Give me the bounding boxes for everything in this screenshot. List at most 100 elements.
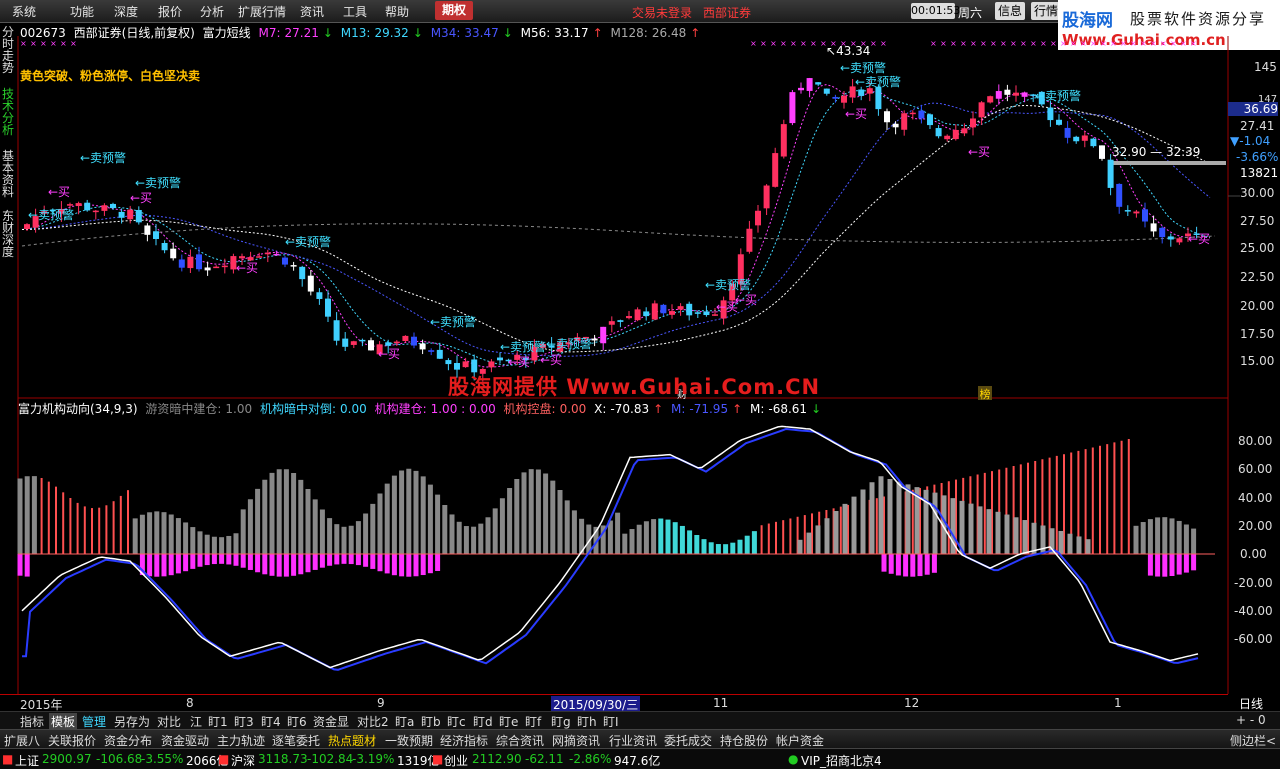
tab-ding-g[interactable]: 盯g	[551, 713, 571, 730]
func-orders[interactable]: 委托成交	[664, 732, 712, 749]
x-marker: ×	[960, 39, 967, 48]
candle-body	[204, 267, 211, 271]
login-status[interactable]: 交易未登录	[632, 4, 692, 21]
candle-body	[325, 298, 331, 317]
cy-label[interactable]: 创业	[444, 752, 468, 769]
tab-ding-c[interactable]: 盯c	[447, 713, 466, 730]
candle-body	[1004, 89, 1011, 95]
x-marker: ×	[1170, 39, 1177, 48]
sz-label[interactable]: 沪深	[231, 752, 255, 769]
func-consensus[interactable]: 一致预期	[385, 732, 433, 749]
tab-ding1[interactable]: 盯1	[208, 713, 228, 730]
high-price-label: ↖43.34	[826, 44, 871, 58]
func-web-news[interactable]: 网摘资讯	[552, 732, 600, 749]
ind-axis-80: 80.00	[1238, 434, 1273, 448]
func-tick-order[interactable]: 逐笔委托	[272, 732, 320, 749]
candle-body	[789, 92, 796, 124]
ind-axis-40: 40.00	[1238, 491, 1273, 505]
x-marker: ×	[770, 39, 777, 48]
menu-ext-market[interactable]: 扩展行情	[238, 3, 286, 20]
candle-body	[617, 320, 624, 322]
quote-button[interactable]: 行情	[1031, 2, 1062, 20]
candle-body	[333, 320, 340, 341]
func-main-track[interactable]: 主力轨迹	[217, 732, 265, 749]
candle-body	[1064, 127, 1071, 138]
menu-tools[interactable]: 工具	[343, 3, 367, 20]
info-button[interactable]: 信息	[995, 2, 1026, 20]
candle-body	[282, 257, 288, 265]
tab-manage[interactable]: 管理	[82, 713, 106, 730]
func-hot-topic[interactable]: 热点题材	[328, 732, 376, 749]
options-tab[interactable]: 期权	[435, 1, 473, 20]
tab-ding-e[interactable]: 盯e	[499, 713, 518, 730]
menu-quote[interactable]: 报价	[158, 3, 182, 20]
tab-compare2[interactable]: 对比2	[357, 713, 389, 730]
vip-server[interactable]: VIP_招商北京4	[801, 752, 882, 769]
candle-body	[780, 124, 787, 157]
bang-marker[interactable]: 榜	[978, 386, 992, 401]
func-capital-dist[interactable]: 资金分布	[104, 732, 152, 749]
func-account[interactable]: 帐户资金	[776, 732, 824, 749]
ind-item-3-label: 机构控盘:	[503, 402, 556, 416]
tab-ding-f[interactable]: 盯f	[525, 713, 541, 730]
menu-help[interactable]: 帮助	[385, 3, 409, 20]
tab-capital[interactable]: 资金显	[313, 713, 349, 730]
tab-template[interactable]: 模板	[49, 713, 78, 730]
x-marker: ×	[70, 39, 77, 48]
candlesticks	[24, 77, 1200, 382]
tab-ding6[interactable]: 盯6	[287, 713, 307, 730]
ind-item-5-label: M:	[670, 402, 686, 416]
candle-body	[393, 341, 400, 344]
func-ext8[interactable]: 扩展八	[4, 732, 40, 749]
func-industry-news[interactable]: 行业资讯	[609, 732, 657, 749]
candle-body	[978, 102, 985, 118]
x-marker: ×	[1120, 39, 1127, 48]
menu-depth[interactable]: 深度	[114, 3, 138, 20]
x-marker: ×	[760, 39, 767, 48]
tab-indicator[interactable]: 指标	[20, 713, 44, 730]
x-marker: ×	[1070, 39, 1077, 48]
menu-function[interactable]: 功能	[70, 3, 94, 20]
tab-jiang[interactable]: 江	[190, 713, 202, 730]
tab-ding-i[interactable]: 盯I	[603, 713, 619, 730]
candle-body	[755, 210, 761, 226]
candle-body	[806, 78, 813, 91]
func-comp-news[interactable]: 综合资讯	[496, 732, 544, 749]
tab-ding-b[interactable]: 盯b	[421, 713, 441, 730]
axis-20: 20.00	[1240, 299, 1275, 313]
sh-percent: -3.55%	[141, 752, 184, 766]
candle-body	[1090, 138, 1097, 147]
kline-chart[interactable]: ←卖预警←卖预警←卖预警←卖预警←卖预警←卖预警←卖预警←卖预警←卖预警←卖预警…	[0, 36, 1280, 696]
x-marker: ×	[1180, 39, 1187, 48]
candle-body	[608, 321, 615, 325]
sh-label[interactable]: 上证	[15, 752, 39, 769]
func-related-quote[interactable]: 关联报价	[48, 732, 96, 749]
func-sidebar-toggle[interactable]: 侧边栏<	[1230, 732, 1276, 749]
tab-ding-a[interactable]: 盯a	[395, 713, 414, 730]
tab-ding-h[interactable]: 盯h	[577, 713, 597, 730]
func-positions[interactable]: 持仓股份	[720, 732, 768, 749]
axis-15: 15.00	[1240, 354, 1275, 368]
func-econ-index[interactable]: 经济指标	[440, 732, 488, 749]
x-marker: ×	[780, 39, 787, 48]
zoom-controls[interactable]: + - 0	[1236, 713, 1266, 727]
func-capital-drive[interactable]: 资金驱动	[161, 732, 209, 749]
tab-ding4[interactable]: 盯4	[261, 713, 281, 730]
period-label[interactable]: 日线	[1239, 695, 1263, 712]
tab-save-as[interactable]: 另存为	[114, 713, 150, 730]
buy-label: ←买	[508, 355, 530, 369]
candle-body	[798, 87, 804, 91]
tab-compare[interactable]: 对比	[157, 713, 181, 730]
menu-analysis[interactable]: 分析	[200, 3, 224, 20]
menu-system[interactable]: 系统	[12, 3, 36, 20]
candle-body	[763, 185, 770, 209]
x-marker: ×	[1090, 39, 1097, 48]
tab-ding-d[interactable]: 盯d	[473, 713, 493, 730]
indicator2-name[interactable]: 富力机构动向(34,9,3)	[18, 402, 138, 416]
tab-ding3[interactable]: 盯3	[234, 713, 254, 730]
candle-body	[944, 135, 951, 140]
candle-body	[823, 88, 830, 94]
x-marker: ×	[1150, 39, 1157, 48]
candle-body	[600, 326, 607, 344]
menu-news[interactable]: 资讯	[300, 3, 324, 20]
